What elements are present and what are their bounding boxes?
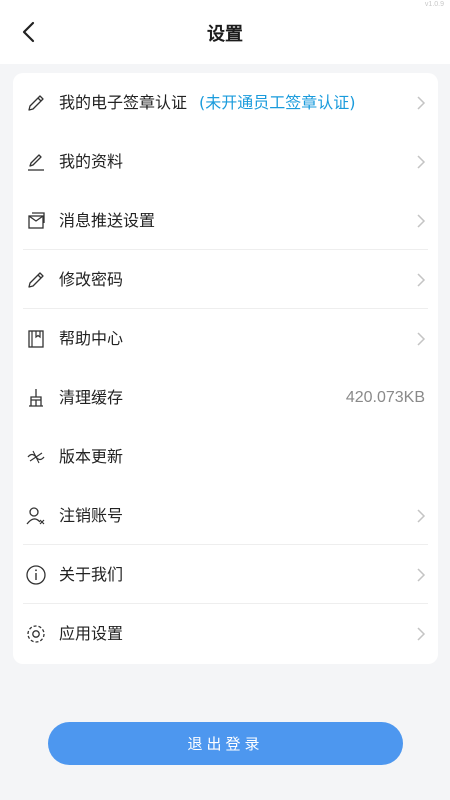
settings-item-about[interactable]: 关于我们 xyxy=(13,545,438,604)
update-icon xyxy=(25,446,47,468)
pencil-icon xyxy=(25,269,47,291)
gear-icon xyxy=(25,623,47,645)
info-icon xyxy=(25,564,47,586)
settings-item-label: 消息推送设置 xyxy=(59,211,156,230)
logout-button[interactable]: 退出登录 xyxy=(48,722,403,765)
settings-item-deactivate[interactable]: 注销账号 xyxy=(13,486,438,545)
user-remove-icon xyxy=(25,505,47,527)
signature-status-note: (未开通员工签章认证) xyxy=(199,93,356,112)
settings-item-label: 我的资料 xyxy=(59,152,124,171)
chevron-right-icon xyxy=(416,272,426,288)
chevron-right-icon xyxy=(416,626,426,642)
settings-item-password[interactable]: 修改密码 xyxy=(13,250,438,309)
page-title: 设置 xyxy=(207,24,243,45)
chevron-right-icon xyxy=(416,154,426,170)
settings-item-label: 清理缓存 xyxy=(59,388,124,407)
settings-item-label: 关于我们 xyxy=(59,565,124,584)
settings-item-clear-cache[interactable]: 清理缓存 420.073KB xyxy=(13,368,438,427)
chevron-right-icon xyxy=(416,331,426,347)
header-bar: v1.0.9 设置 xyxy=(0,0,450,64)
settings-item-label: 帮助中心 xyxy=(59,329,124,348)
book-icon xyxy=(25,328,47,350)
settings-item-profile[interactable]: 我的资料 xyxy=(13,132,438,191)
cache-size-value: 420.073KB xyxy=(345,389,425,406)
pen-icon xyxy=(25,92,47,114)
version-label: v1.0.9 xyxy=(424,1,444,8)
settings-item-update[interactable]: 版本更新 xyxy=(13,427,438,486)
settings-item-label: 应用设置 xyxy=(59,624,124,643)
settings-item-label: 我的电子签章认证 xyxy=(59,93,188,112)
settings-card: 我的电子签章认证 (未开通员工签章认证) 我的资料 消息推送设置 修改密码 帮助中… xyxy=(13,73,438,664)
settings-item-signature[interactable]: 我的电子签章认证 (未开通员工签章认证) xyxy=(13,73,438,132)
settings-item-notifications[interactable]: 消息推送设置 xyxy=(13,191,438,250)
edit-profile-icon xyxy=(25,151,47,173)
settings-item-label: 修改密码 xyxy=(59,270,124,289)
message-icon xyxy=(25,210,47,232)
settings-item-app-settings[interactable]: 应用设置 xyxy=(13,604,438,663)
chevron-right-icon xyxy=(416,567,426,583)
settings-item-help[interactable]: 帮助中心 xyxy=(13,309,438,368)
settings-item-label: 注销账号 xyxy=(59,506,124,525)
chevron-right-icon xyxy=(416,508,426,524)
chevron-right-icon xyxy=(416,95,426,111)
broom-icon xyxy=(25,387,47,409)
settings-item-label: 版本更新 xyxy=(59,447,124,466)
chevron-right-icon xyxy=(416,213,426,229)
